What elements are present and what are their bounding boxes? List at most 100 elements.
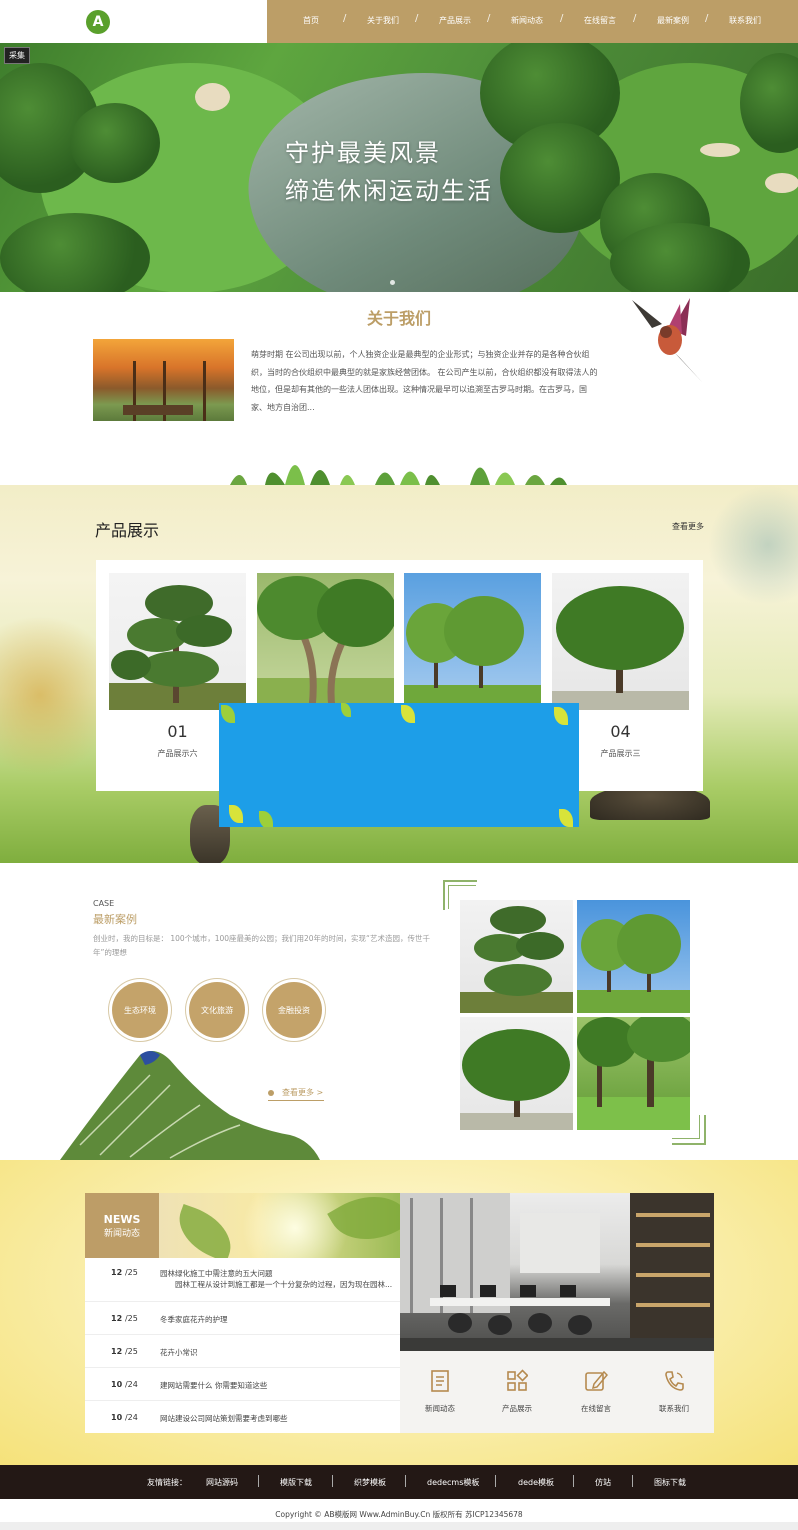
case-image-1[interactable]	[460, 900, 573, 1013]
products-section: 产品展示 查看更多 01 产品展示六 04 产品展示三	[0, 485, 798, 863]
friend-link[interactable]: 仿站	[595, 1477, 611, 1488]
nav-item-products[interactable]: 产品展示	[439, 15, 471, 26]
nav-item-about[interactable]: 关于我们	[367, 15, 399, 26]
leaf-decoration	[341, 703, 351, 717]
leaves-decoration	[230, 465, 567, 485]
link-separator	[573, 1475, 574, 1487]
phone-icon	[665, 1371, 684, 1391]
edit-icon	[585, 1370, 609, 1391]
case-image-2[interactable]	[577, 900, 690, 1013]
quick-links-panel: 新闻动态 产品展示 在线留言 联系我们	[400, 1351, 714, 1433]
about-image	[93, 339, 234, 421]
grid-icon	[507, 1369, 529, 1391]
main-nav: 首页 / 关于我们 / 产品展示 / 新闻动态 / 在线留言 / 最新案例 / …	[267, 0, 798, 43]
news-header-cn: 新闻动态	[103, 1229, 140, 1239]
quick-link-contact[interactable]	[644, 1369, 704, 1397]
news-summary: 园林工程从设计到施工都是一个十分复杂的过程，因为现在园林...	[175, 1280, 393, 1289]
about-image-trunk	[203, 361, 206, 421]
case-label-en: CASE	[93, 899, 115, 908]
quick-link-news-label[interactable]: 新闻动态	[410, 1403, 470, 1414]
tree-image	[552, 586, 689, 710]
quick-link-products-label[interactable]: 产品展示	[487, 1403, 547, 1414]
friend-link[interactable]: 图标下载	[654, 1477, 686, 1488]
bokeh-decoration	[708, 485, 798, 605]
ad-overlay[interactable]	[219, 703, 579, 827]
products-title: 产品展示	[95, 521, 160, 540]
case-category-finance[interactable]: 金融投资	[266, 982, 322, 1038]
tree-image	[404, 596, 541, 710]
news-item[interactable]: 12 /25 园林绿化施工中需注意的五大问题 园林工程从设计到施工都是一个十分复…	[85, 1258, 400, 1302]
friend-link[interactable]: 模版下载	[280, 1477, 312, 1488]
quick-link-message[interactable]	[566, 1369, 626, 1397]
page: A 首页 / 关于我们 / 产品展示 / 新闻动态 / 在线留言 / 最新案例 …	[0, 0, 798, 1530]
nav-item-home[interactable]: 首页	[303, 15, 319, 26]
mountain-illustration	[60, 1051, 320, 1160]
leaf-decoration	[559, 809, 573, 827]
news-title[interactable]: 冬季家庭花卉的护理	[160, 1314, 228, 1325]
hummingbird-illustration	[632, 298, 702, 382]
link-separator	[258, 1475, 259, 1487]
tree-image	[460, 1029, 573, 1130]
news-item[interactable]: 10 /24 网站建设公司网站策划需要考虑到哪些	[85, 1401, 400, 1433]
leaf-decoration	[229, 805, 243, 823]
case-category-ecology[interactable]: 生态环境	[112, 982, 168, 1038]
case-image-3[interactable]	[460, 1017, 573, 1130]
news-title[interactable]: 园林绿化施工中需注意的五大问题	[160, 1268, 273, 1279]
office-image	[400, 1193, 714, 1351]
product-image-4[interactable]	[552, 573, 689, 710]
office-interior-image	[400, 1193, 714, 1351]
nav-separator: /	[633, 13, 637, 24]
hero-subtitle: 缔造休闲运动生活	[285, 177, 493, 205]
news-item[interactable]: 10 /24 建网站需要什么 你需要知道这些	[85, 1368, 400, 1401]
product-image-2[interactable]	[257, 573, 394, 710]
nav-item-news[interactable]: 新闻动态	[511, 15, 543, 26]
case-image-4[interactable]	[577, 1017, 690, 1130]
news-date: 10 /24	[111, 1413, 138, 1422]
news-header-en: NEWS	[103, 1213, 141, 1226]
friend-link[interactable]: 网站源码	[206, 1477, 238, 1488]
topiary-tree-image	[460, 906, 573, 1013]
topiary-tree-image	[109, 585, 246, 710]
tree-image	[577, 914, 690, 1013]
friend-link[interactable]: 织梦模板	[354, 1477, 386, 1488]
news-item[interactable]: 12 /25 花卉小常识	[85, 1335, 400, 1368]
case-more-link[interactable]: 查看更多 >	[268, 1087, 324, 1101]
nav-item-cases[interactable]: 最新案例	[657, 15, 689, 26]
news-title[interactable]: 建网站需要什么 你需要知道这些	[160, 1380, 267, 1391]
news-title[interactable]: 花卉小常识	[160, 1347, 198, 1358]
slider-dot[interactable]	[390, 280, 395, 285]
quick-link-contact-label[interactable]: 联系我们	[644, 1403, 704, 1414]
quick-link-message-label[interactable]: 在线留言	[566, 1403, 626, 1414]
case-category-culture-tourism[interactable]: 文化旅游	[189, 982, 245, 1038]
news-title[interactable]: 网站建设公司网站策划需要考虑到哪些	[160, 1413, 288, 1424]
product-image-1[interactable]	[109, 573, 246, 710]
hero-bunker	[700, 143, 740, 157]
tree-image	[257, 576, 394, 710]
friend-link[interactable]: dedecms模板	[427, 1477, 479, 1488]
nav-separator: /	[705, 13, 709, 24]
hero-bunker	[195, 83, 230, 111]
collect-badge[interactable]: 采集	[4, 47, 30, 64]
product-image-3[interactable]	[404, 573, 541, 710]
news-date: 10 /24	[111, 1380, 138, 1389]
about-image-bench	[123, 405, 193, 415]
link-separator	[405, 1475, 406, 1487]
bullet-icon	[268, 1090, 274, 1096]
nav-separator: /	[343, 13, 347, 24]
leaf-decoration	[401, 705, 415, 723]
hero-banner[interactable]: 采集 守护最美风景 缔造休闲运动生活	[0, 43, 798, 292]
friend-links-label: 友情链接：	[147, 1478, 187, 1487]
friend-link[interactable]: dede模板	[518, 1477, 554, 1488]
nav-separator: /	[560, 13, 564, 24]
news-date: 12 /25	[111, 1268, 138, 1277]
nav-item-contact[interactable]: 联系我们	[729, 15, 761, 26]
leaf-decoration	[221, 705, 235, 723]
news-item[interactable]: 12 /25 冬季家庭花卉的护理	[85, 1302, 400, 1335]
quick-link-news[interactable]	[410, 1369, 470, 1397]
nav-item-message[interactable]: 在线留言	[584, 15, 616, 26]
quick-link-products[interactable]	[487, 1369, 547, 1397]
products-more-link[interactable]: 查看更多	[672, 521, 704, 532]
news-list-panel: NEWS 新闻动态 12 /25 园林绿化施工中需注意的五大问题 园林工程从设计…	[85, 1193, 400, 1433]
site-logo[interactable]: A	[86, 10, 110, 34]
hero-tree	[70, 103, 160, 183]
